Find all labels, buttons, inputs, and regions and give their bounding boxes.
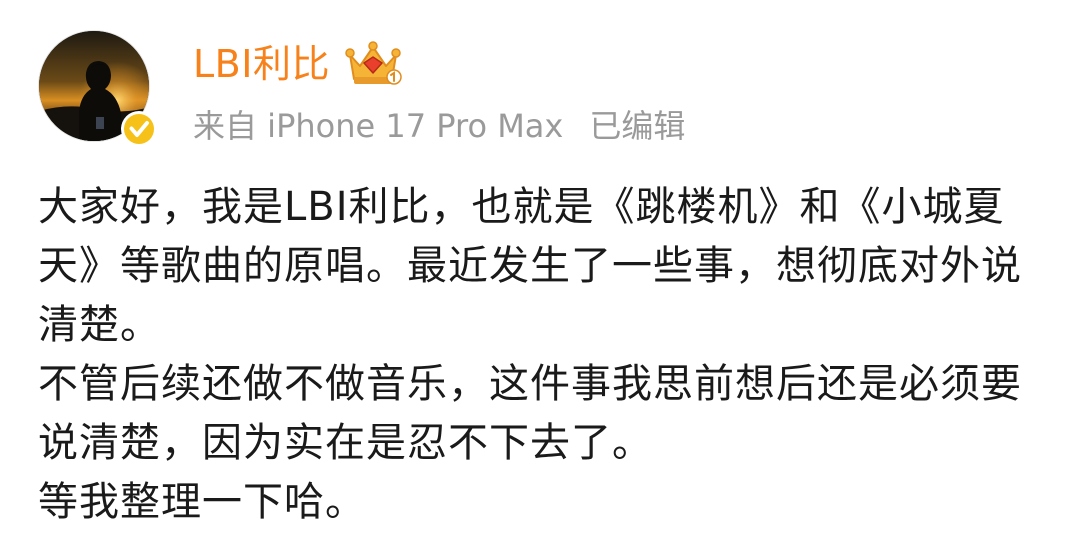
post-edited-label[interactable]: 已编辑 bbox=[589, 101, 685, 147]
post-header: LBI利比 来自 iPhone 17 Pro Max 已编辑 bbox=[0, 0, 1080, 160]
post-source: 来自 iPhone 17 Pro Max bbox=[193, 107, 564, 145]
username[interactable]: LBI利比 bbox=[193, 34, 330, 94]
author-name-row: LBI利比 bbox=[193, 34, 402, 94]
post-paragraph-1: 大家好，我是LBI利比，也就是《跳楼机》和《小城夏天》等歌曲的原唱。最近发生了一… bbox=[38, 184, 1022, 348]
avatar-container[interactable] bbox=[38, 30, 157, 148]
verified-badge-icon bbox=[121, 111, 157, 147]
weibo-post: LBI利比 来自 iPhone 17 Pro Max 已编辑 大家好，我是LBI… bbox=[0, 0, 1080, 560]
post-content: 大家好，我是LBI利比，也就是《跳楼机》和《小城夏天》等歌曲的原唱。最近发生了一… bbox=[38, 178, 1048, 532]
post-meta-row: 来自 iPhone 17 Pro Max 已编辑 bbox=[193, 101, 685, 147]
post-paragraph-3: 等我整理一下哈。 bbox=[38, 479, 366, 525]
crown-badge-icon[interactable] bbox=[344, 39, 402, 89]
post-paragraph-2: 不管后续还做不做音乐，这件事我思前想后还是必须要说清楚，因为实在是忍不下去了。 bbox=[38, 361, 1022, 466]
